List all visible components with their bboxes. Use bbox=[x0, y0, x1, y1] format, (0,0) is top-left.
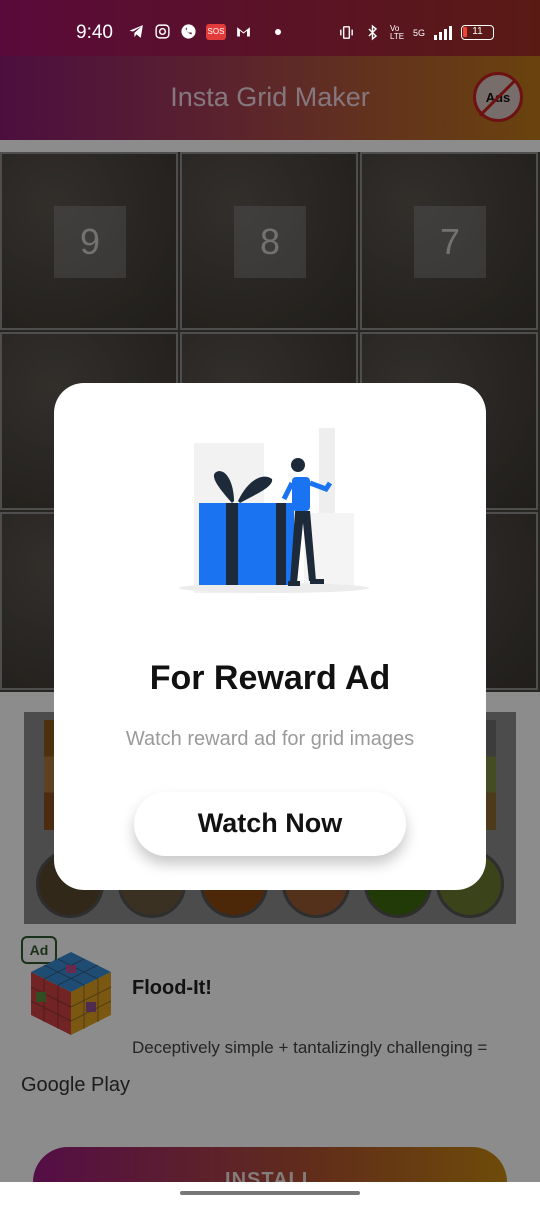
watch-now-button[interactable]: Watch Now bbox=[134, 792, 406, 856]
gift-box-with-person-icon bbox=[179, 428, 369, 593]
status-bar: 9:40 SOS Vo LTE 5G 11 bbox=[0, 0, 540, 56]
instagram-icon bbox=[155, 24, 170, 39]
battery-icon: 11 bbox=[461, 25, 494, 40]
reward-ad-dialog: For Reward Ad Watch reward ad for grid i… bbox=[54, 383, 486, 890]
home-gesture-handle[interactable] bbox=[180, 1191, 360, 1195]
network-type-icon: 5G bbox=[412, 27, 425, 38]
watch-now-label: Watch Now bbox=[197, 808, 343, 838]
status-time: 9:40 bbox=[76, 22, 113, 43]
vibrate-icon bbox=[340, 26, 353, 39]
notification-icons: SOS bbox=[128, 23, 281, 40]
more-notifications-dot-icon bbox=[275, 28, 281, 35]
whatsapp-icon bbox=[181, 24, 196, 39]
bluetooth-icon bbox=[368, 24, 378, 41]
gmail-icon bbox=[237, 27, 250, 37]
system-icons: Vo LTE 5G 11 bbox=[338, 24, 494, 41]
navigation-bar bbox=[0, 1182, 540, 1206]
sos-icon: SOS bbox=[206, 23, 226, 40]
signal-icon bbox=[434, 25, 452, 40]
telegram-icon bbox=[129, 25, 143, 38]
dialog-subtitle: Watch reward ad for grid images bbox=[125, 728, 415, 750]
dialog-title: For Reward Ad bbox=[149, 659, 391, 697]
volte-icon: Vo LTE bbox=[389, 23, 405, 41]
